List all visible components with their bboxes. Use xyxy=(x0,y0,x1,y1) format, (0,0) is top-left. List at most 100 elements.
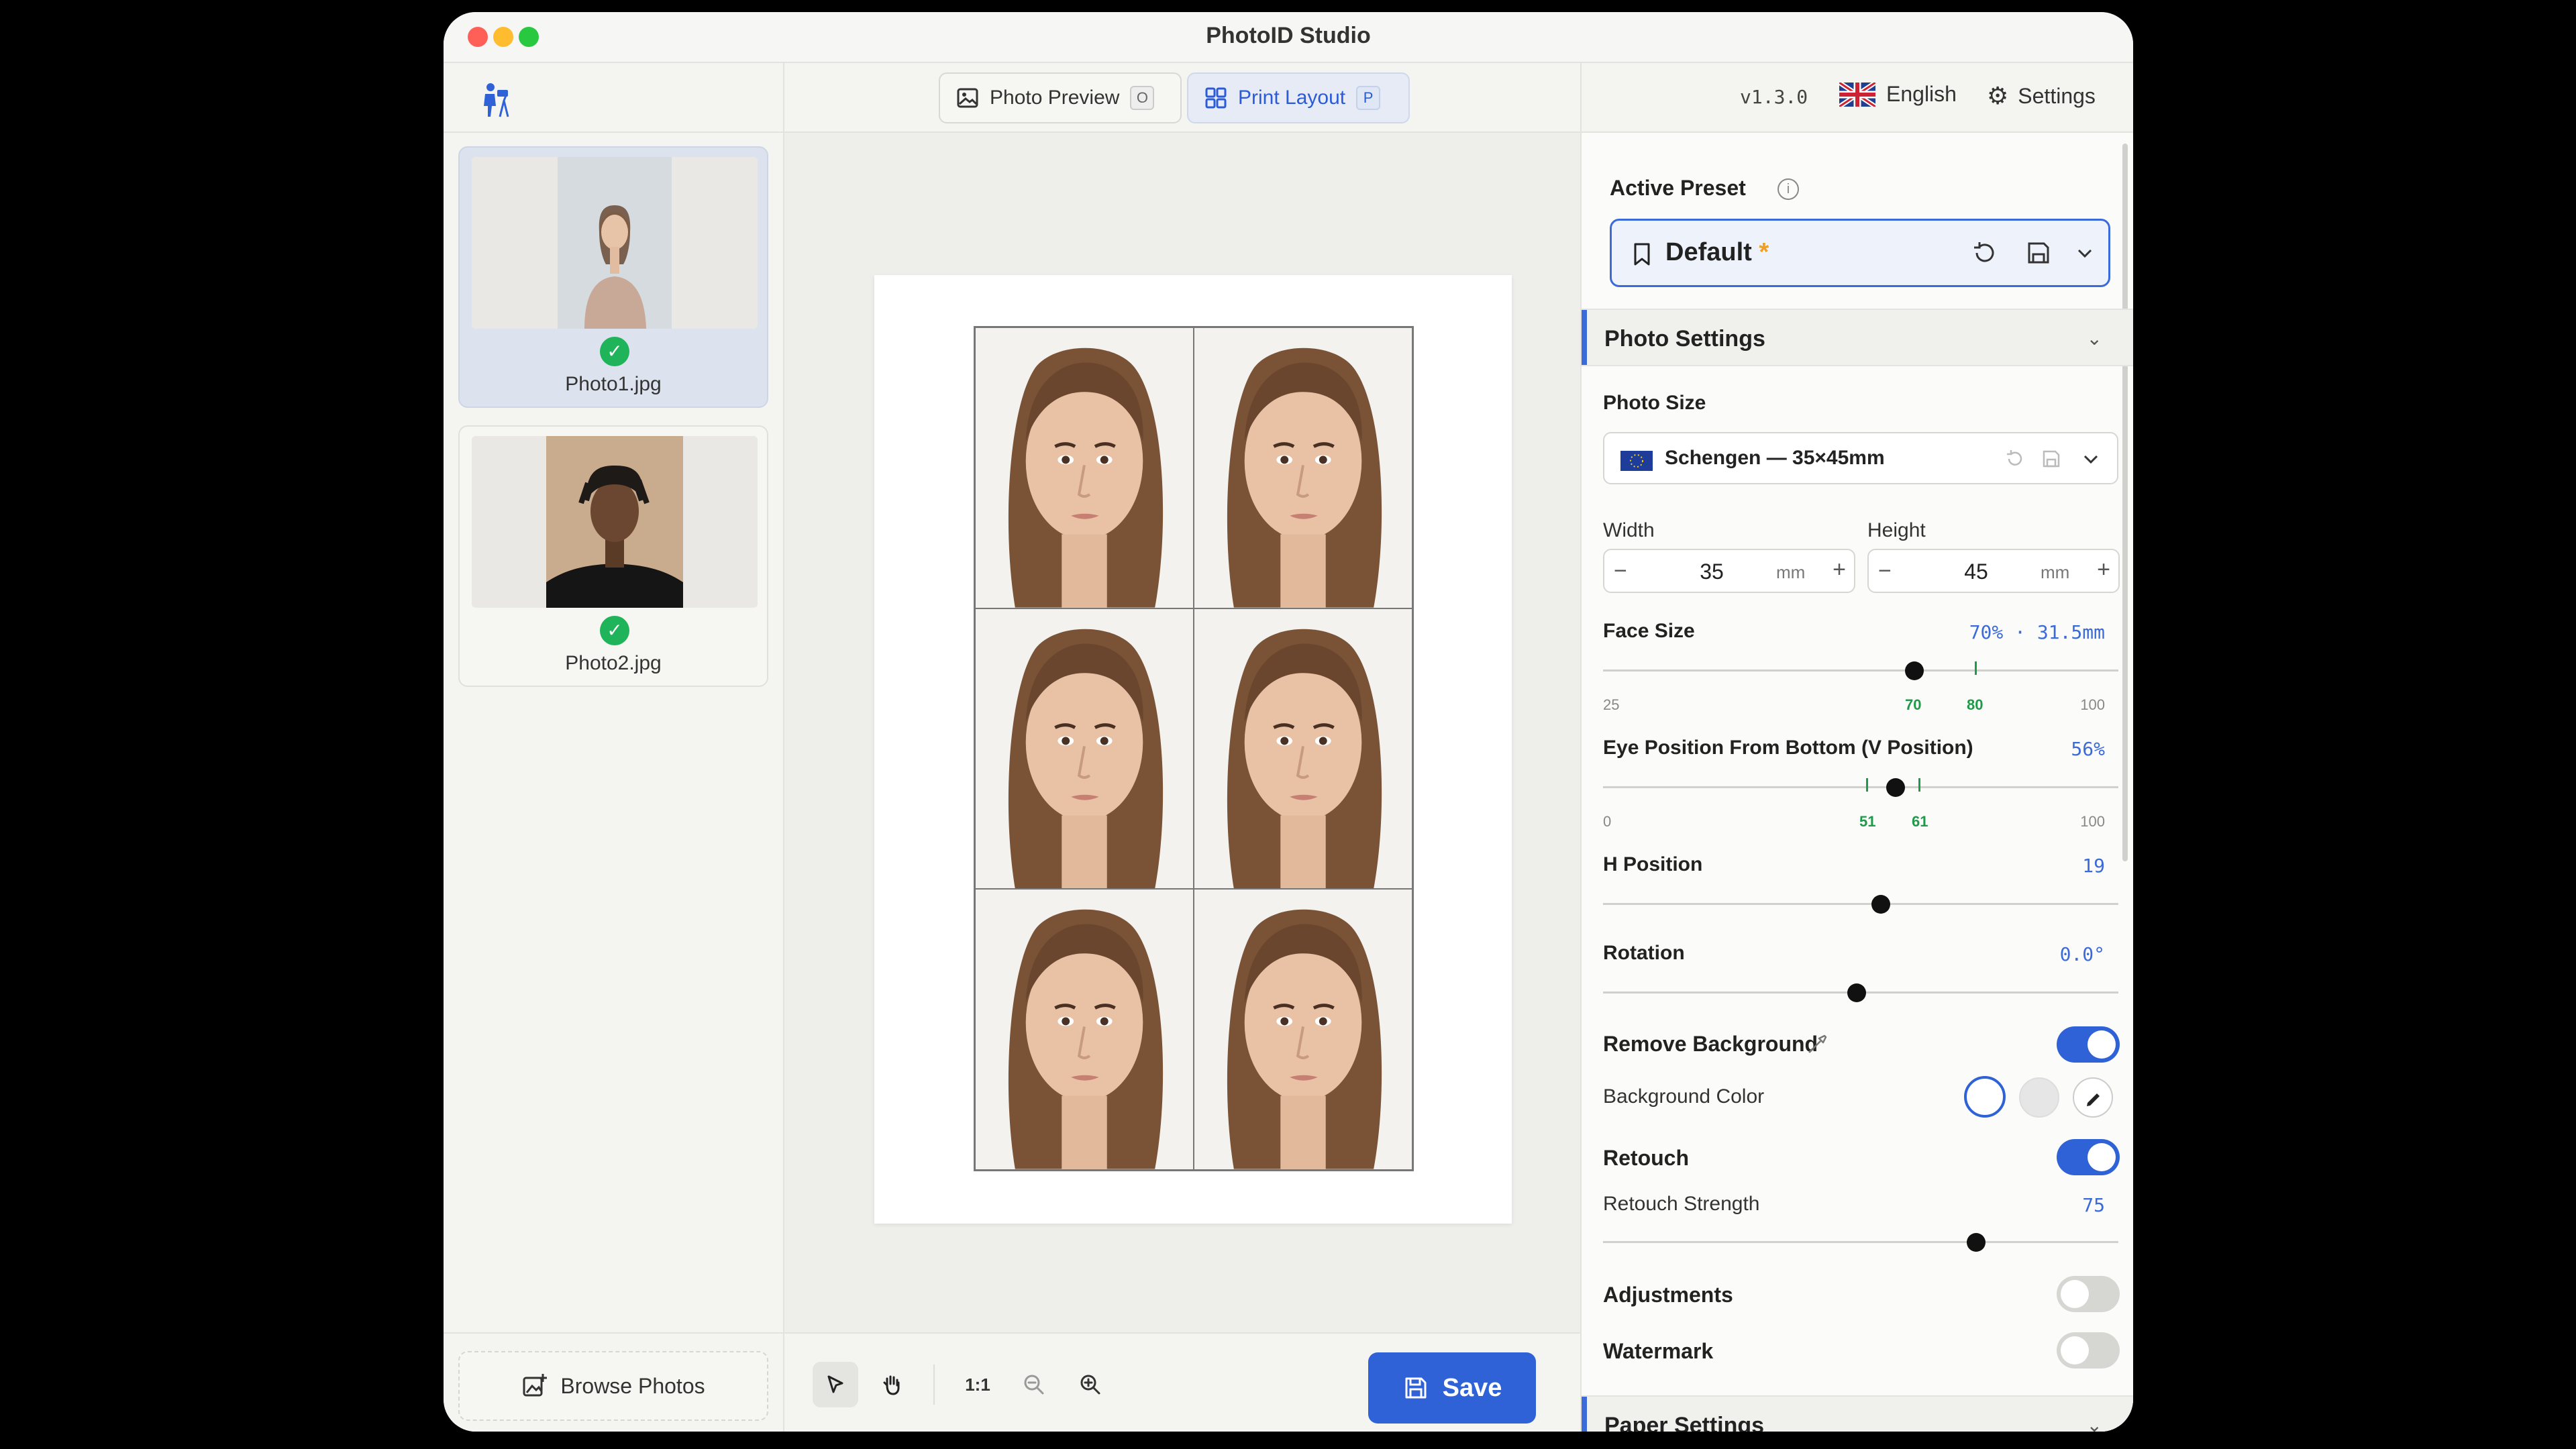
photo-card-2[interactable]: ✓ Photo2.jpg xyxy=(458,425,768,687)
active-preset-selector[interactable]: Default * xyxy=(1610,219,2110,287)
zoom-in-icon xyxy=(1080,1375,1100,1395)
app-window: PhotoID Studio ✓ Photo1.jpg ✓ Photo2.jpg… xyxy=(444,12,2133,1432)
photo-settings-header[interactable]: Photo Settings ⌄ xyxy=(1582,309,2133,366)
height-label: Height xyxy=(1867,519,1926,541)
slider-min-label: 25 xyxy=(1603,696,1620,713)
paper-settings-header[interactable]: Paper Settings ⌄ xyxy=(1582,1395,2133,1432)
zoom-out-button[interactable] xyxy=(1011,1362,1057,1407)
tab-photo-preview-label: Photo Preview xyxy=(990,87,1120,109)
custom-color-button[interactable] xyxy=(2073,1077,2113,1118)
h-position-slider-handle[interactable] xyxy=(1871,895,1890,914)
save-button-label: Save xyxy=(1442,1373,1502,1402)
range-max-label: 61 xyxy=(1912,813,1928,830)
reset-icon[interactable] xyxy=(2004,448,2026,470)
gray-background-swatch[interactable] xyxy=(2019,1077,2059,1118)
shortcut-badge: O xyxy=(1130,86,1155,110)
eye-position-slider-handle[interactable] xyxy=(1886,778,1905,797)
retouch-strength-slider[interactable] xyxy=(1603,1241,2118,1243)
portrait-photo xyxy=(976,608,1193,889)
gear-icon: ⚙ xyxy=(1987,82,2009,109)
left-header xyxy=(444,63,783,133)
background-color-label: Background Color xyxy=(1603,1085,1765,1108)
height-value[interactable]: 45 xyxy=(1936,559,2016,584)
settings-button[interactable]: ⚙ Settings xyxy=(1987,82,2096,110)
width-stepper[interactable]: − 35 mm + xyxy=(1603,549,1855,593)
face-size-slider-handle[interactable] xyxy=(1905,661,1924,680)
slider-min-label: 0 xyxy=(1603,813,1612,830)
decrease-icon[interactable]: − xyxy=(1878,558,1892,584)
photo-size-value: Schengen — 35×45mm xyxy=(1665,447,1885,469)
decrease-icon[interactable]: − xyxy=(1614,558,1627,584)
adjustments-toggle[interactable] xyxy=(2057,1276,2120,1312)
print-photo-cell[interactable] xyxy=(975,889,1194,1170)
face-size-slider[interactable] xyxy=(1603,669,2118,672)
height-stepper[interactable]: − 45 mm + xyxy=(1867,549,2120,593)
save-button[interactable]: Save xyxy=(1368,1352,1536,1424)
window-title: PhotoID Studio xyxy=(1206,23,1371,48)
chevron-down-icon[interactable] xyxy=(2075,244,2095,264)
h-position-label: H Position xyxy=(1603,853,1703,875)
print-photo-cell[interactable] xyxy=(975,327,1194,608)
zoom-reset-button[interactable]: 1:1 xyxy=(955,1362,1000,1407)
toolbar-divider xyxy=(933,1364,935,1405)
tab-photo-preview[interactable]: Photo Preview O xyxy=(939,72,1182,123)
photo-thumbnail xyxy=(472,436,758,608)
white-background-swatch[interactable] xyxy=(1964,1076,2006,1118)
settings-header: v1.3.0 English ⚙ Settings xyxy=(1582,63,2133,133)
canvas-toolbar: 1:1 Save xyxy=(784,1332,1580,1432)
zoom-out-icon xyxy=(1024,1375,1044,1395)
image-icon xyxy=(957,88,978,108)
section-accent-bar xyxy=(1582,310,1587,365)
reset-icon[interactable] xyxy=(1971,239,1998,266)
save-size-icon[interactable] xyxy=(2041,448,2062,470)
remove-background-toggle[interactable] xyxy=(2057,1026,2120,1063)
settings-scrollbar[interactable] xyxy=(2122,144,2128,861)
range-tick xyxy=(1866,778,1868,792)
slider-max-label: 100 xyxy=(2080,696,2105,713)
retouch-strength-slider-handle[interactable] xyxy=(1967,1233,1986,1252)
photo-card-1[interactable]: ✓ Photo1.jpg xyxy=(458,146,768,408)
zoom-in-button[interactable] xyxy=(1068,1362,1113,1407)
print-paper-preview[interactable] xyxy=(874,275,1512,1224)
photo-size-select[interactable]: Schengen — 35×45mm xyxy=(1603,432,2118,484)
select-tool-button[interactable] xyxy=(813,1362,858,1407)
slider-max-label: 100 xyxy=(2080,813,2105,830)
watermark-label: Watermark xyxy=(1603,1339,1714,1363)
hand-icon xyxy=(883,1375,900,1395)
eu-flag-icon xyxy=(1620,451,1653,471)
increase-icon[interactable]: + xyxy=(2097,557,2110,583)
print-photo-cell[interactable] xyxy=(1194,889,1412,1170)
watermark-toggle[interactable] xyxy=(2057,1332,2120,1368)
info-icon[interactable]: i xyxy=(1778,178,1799,200)
title-bar: PhotoID Studio xyxy=(444,12,2133,63)
retouch-toggle[interactable] xyxy=(2057,1139,2120,1175)
save-preset-icon[interactable] xyxy=(2025,239,2052,266)
pan-tool-button[interactable] xyxy=(869,1362,915,1407)
rotation-slider-handle[interactable] xyxy=(1847,983,1866,1002)
eye-position-slider[interactable] xyxy=(1603,786,2118,788)
pencil-icon xyxy=(2087,1093,2100,1106)
print-photo-cell[interactable] xyxy=(975,608,1194,890)
print-photo-cell[interactable] xyxy=(1194,327,1412,608)
left-footer: Browse Photos xyxy=(444,1332,783,1432)
section-accent-bar xyxy=(1582,1397,1587,1432)
settings-label: Settings xyxy=(2018,83,2096,108)
retouch-strength-value: 75 xyxy=(2082,1194,2105,1216)
portrait-photo xyxy=(976,328,1193,608)
width-value[interactable]: 35 xyxy=(1671,559,1752,584)
uk-flag-icon xyxy=(1839,82,1875,107)
chevron-down-icon[interactable] xyxy=(2081,449,2101,470)
portrait-photo xyxy=(976,890,1193,1169)
photo-list-panel: ✓ Photo1.jpg ✓ Photo2.jpg Browse Photos xyxy=(444,63,784,1432)
tab-print-layout[interactable]: Print Layout P xyxy=(1187,72,1410,123)
range-tick xyxy=(1918,778,1920,792)
print-photo-cell[interactable] xyxy=(1194,608,1412,890)
language-selector[interactable]: English xyxy=(1839,82,1957,107)
chevron-down-icon: ⌄ xyxy=(2086,328,2102,349)
increase-icon[interactable]: + xyxy=(1833,557,1846,583)
browse-photos-button[interactable]: Browse Photos xyxy=(458,1351,768,1421)
h-position-slider[interactable] xyxy=(1603,903,2118,905)
brush-icon[interactable] xyxy=(1806,1032,1830,1056)
language-label: English xyxy=(1886,82,1957,106)
shortcut-badge: P xyxy=(1356,86,1381,110)
